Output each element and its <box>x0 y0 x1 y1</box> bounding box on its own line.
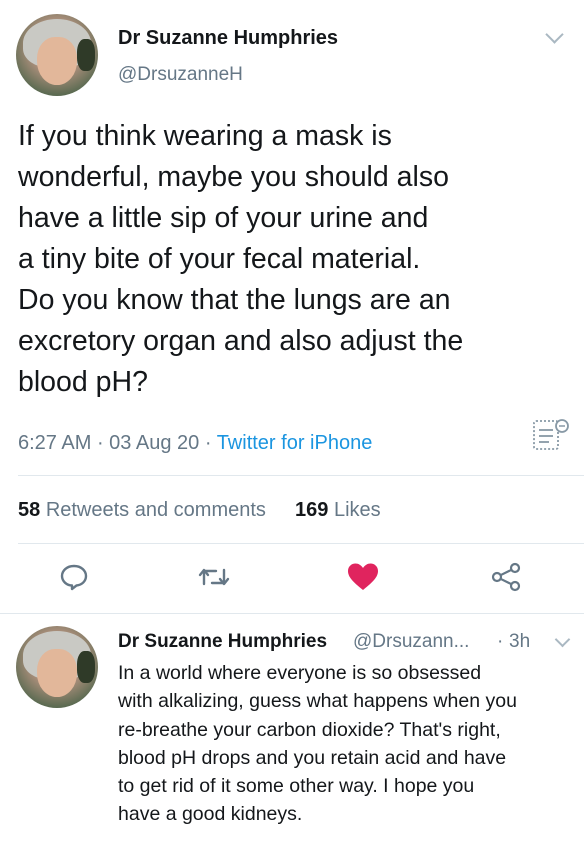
retweet-button[interactable] <box>197 561 231 593</box>
tweet-text: If you think wearing a mask is wonderful… <box>18 120 464 398</box>
retweets-label[interactable]: Retweets and comments <box>46 499 266 521</box>
author-handle[interactable]: @DrsuzanneH <box>118 64 243 86</box>
reply-button[interactable] <box>57 561 91 593</box>
reply-author-name[interactable]: Dr Suzanne Humphries <box>118 631 327 653</box>
tweet-stats: 58 Retweets and comments 169 Likes <box>18 499 381 522</box>
translate-icon[interactable] <box>532 417 570 457</box>
tweet-date: 03 Aug 20 <box>109 432 200 454</box>
likes-label[interactable]: Likes <box>334 499 381 521</box>
chevron-down-icon[interactable] <box>545 25 564 44</box>
heart-icon <box>348 563 378 590</box>
meta-separator: · <box>204 432 217 454</box>
meta-separator: · <box>96 432 110 454</box>
reply-age: 3h <box>509 631 531 652</box>
reply-icon <box>60 564 88 591</box>
tweet-time: 6:27 AM <box>18 432 92 454</box>
author-avatar[interactable] <box>16 14 98 96</box>
reply-author-avatar[interactable] <box>16 626 98 708</box>
divider <box>0 613 584 614</box>
reply-author-handle[interactable]: @Drsuzann... <box>353 631 469 653</box>
tweet-meta: 6:27 AM · 03 Aug 20 · Twitter for iPhone <box>18 432 372 455</box>
like-button[interactable] <box>346 561 380 593</box>
chevron-down-icon[interactable] <box>554 631 571 648</box>
share-button[interactable] <box>489 561 523 593</box>
retweets-count[interactable]: 58 <box>18 499 40 521</box>
tweet-source-link[interactable]: Twitter for iPhone <box>217 432 373 454</box>
likes-count[interactable]: 169 <box>295 499 328 521</box>
retweet-icon <box>198 568 230 586</box>
divider <box>18 475 584 476</box>
divider <box>18 543 584 544</box>
reply-text: In a world where everyone is so obsessed… <box>118 662 517 826</box>
author-name[interactable]: Dr Suzanne Humphries <box>118 27 338 50</box>
reply-age-separator: · <box>497 631 504 652</box>
share-icon <box>491 562 521 592</box>
